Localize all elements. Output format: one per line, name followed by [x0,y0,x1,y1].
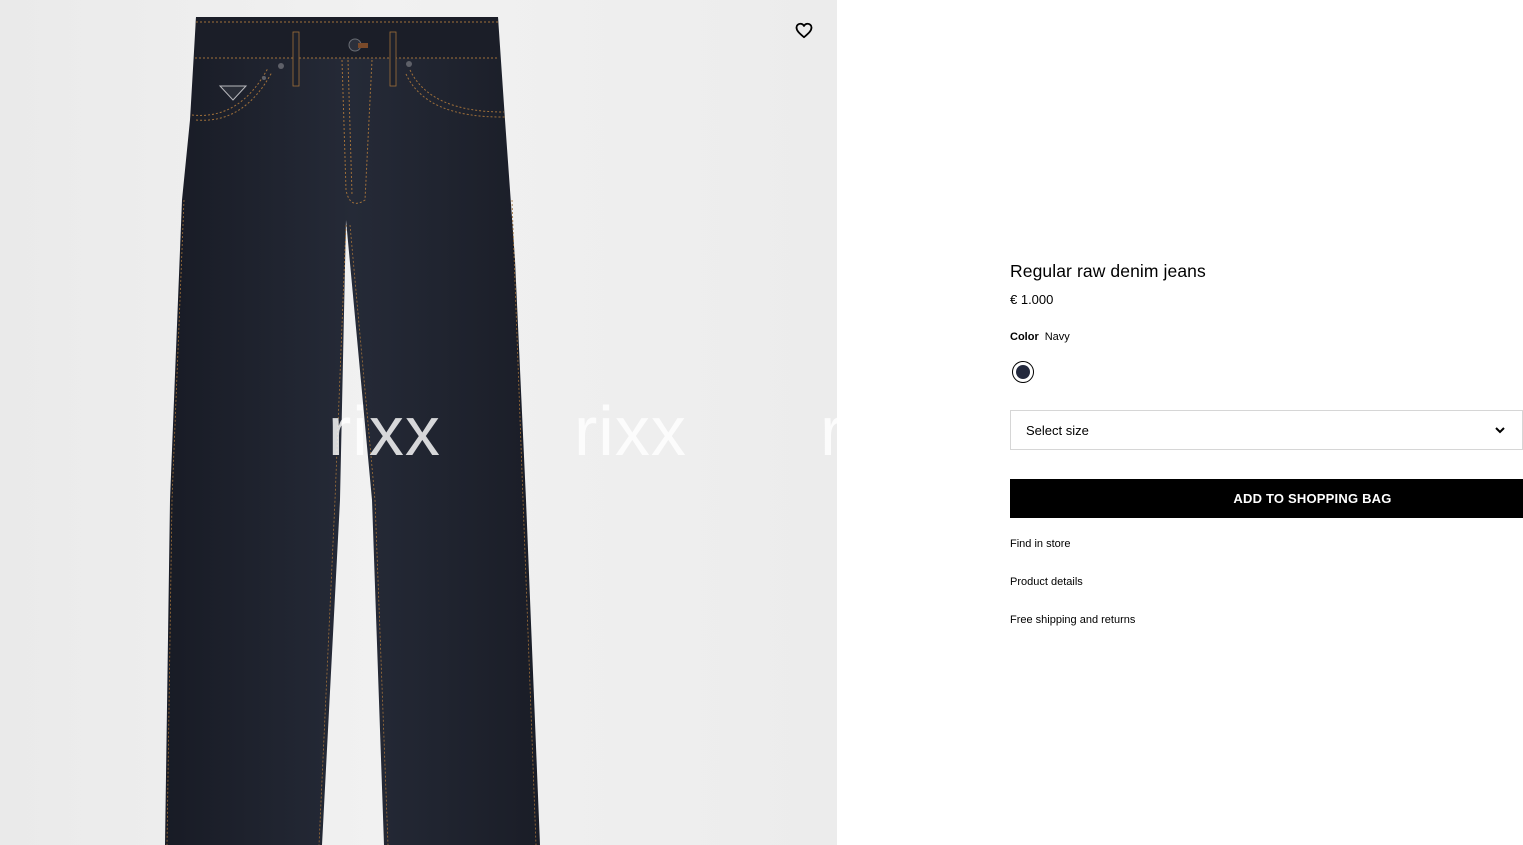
color-swatch-navy[interactable] [1012,361,1034,383]
size-select[interactable]: Select size [1010,410,1523,450]
color-label: Color [1010,331,1039,343]
find-in-store-link[interactable]: Find in store [1010,538,1071,550]
wishlist-button[interactable] [792,18,816,42]
heart-icon [795,22,813,38]
product-title: Regular raw denim jeans [1010,261,1206,281]
watermark-text: rixx [820,392,837,470]
product-info-panel: Regular raw denim jeans € 1.000 Color Nav… [1010,0,1523,845]
color-info: Color Navy [1010,331,1070,343]
shipping-returns-link[interactable]: Free shipping and returns [1010,614,1135,626]
add-to-bag-button[interactable]: ADD TO SHOPPING BAG [1010,479,1523,518]
watermark-text: rixx [574,392,687,470]
color-value: Navy [1044,331,1070,343]
chevron-down-icon [1495,427,1505,434]
product-details-link[interactable]: Product details [1010,576,1083,588]
color-swatch-dot [1016,365,1030,379]
product-image-gallery: rixx rixx rixx [0,0,837,845]
watermark-text: rixx [328,392,441,470]
size-select-label: Select size [1026,422,1089,438]
product-price: € 1.000 [1010,292,1054,307]
